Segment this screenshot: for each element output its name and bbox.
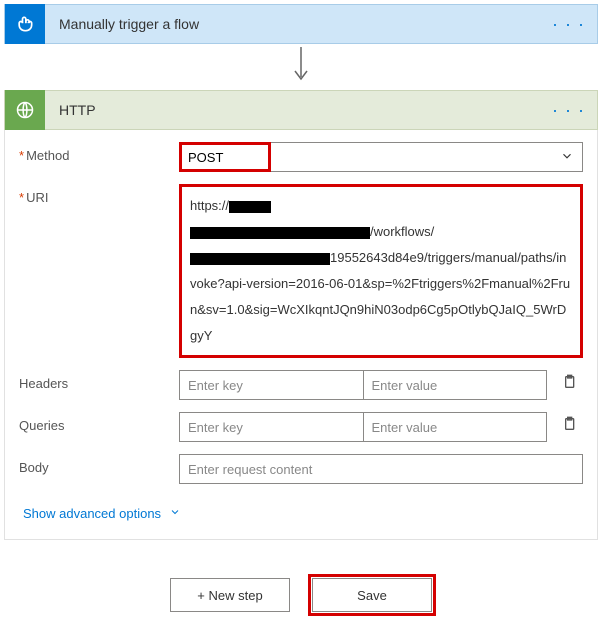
- show-advanced-link[interactable]: Show advanced options: [19, 496, 185, 531]
- flow-arrow: [4, 44, 598, 90]
- http-menu-icon[interactable]: · · ·: [540, 100, 597, 121]
- finger-tap-icon: [5, 4, 45, 44]
- queries-label: Queries: [19, 412, 179, 433]
- uri-label: URI: [19, 184, 179, 205]
- method-select[interactable]: POST: [179, 142, 583, 172]
- headers-value-input[interactable]: Enter value: [364, 370, 548, 400]
- http-step-header[interactable]: HTTP · · ·: [4, 90, 598, 130]
- body-input[interactable]: Enter request content: [179, 454, 583, 484]
- save-button[interactable]: Save: [312, 578, 432, 612]
- headers-label: Headers: [19, 370, 179, 391]
- redaction: [190, 227, 370, 239]
- headers-key-input[interactable]: Enter key: [179, 370, 364, 400]
- new-step-button[interactable]: + New step: [170, 578, 290, 612]
- method-value: POST: [188, 150, 223, 165]
- trigger-title: Manually trigger a flow: [45, 16, 540, 32]
- trigger-menu-icon[interactable]: · · ·: [540, 14, 597, 35]
- queries-paste-icon[interactable]: [555, 412, 583, 435]
- globe-icon: [5, 90, 45, 130]
- method-label: Method: [19, 142, 179, 163]
- http-step-body: Method POST URI https:// /workflows/1955…: [4, 130, 598, 540]
- redaction: [229, 201, 271, 213]
- redaction: [190, 253, 330, 265]
- body-label: Body: [19, 454, 179, 475]
- chevron-down-icon: [169, 506, 181, 521]
- chevron-down-icon: [560, 149, 574, 166]
- queries-key-input[interactable]: Enter key: [179, 412, 364, 442]
- action-buttons: + New step Save: [4, 578, 598, 620]
- http-title: HTTP: [45, 102, 540, 118]
- trigger-step[interactable]: Manually trigger a flow · · ·: [4, 4, 598, 44]
- queries-value-input[interactable]: Enter value: [364, 412, 548, 442]
- uri-input[interactable]: https:// /workflows/19552643d84e9/trigge…: [179, 184, 583, 358]
- headers-paste-icon[interactable]: [555, 370, 583, 393]
